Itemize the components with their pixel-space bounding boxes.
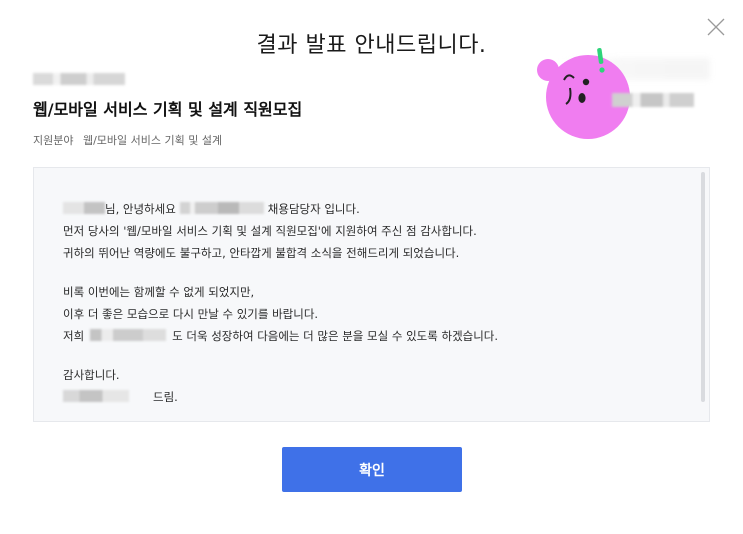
company-redacted xyxy=(90,329,167,341)
letter-line: 이후 더 좋은 모습으로 다시 만날 수 있기를 바랍니다. xyxy=(63,307,319,321)
letter-scrollbar[interactable] xyxy=(701,172,705,402)
mascot-illustration xyxy=(537,47,630,139)
letter-box: 님, 안녕하세요 채용담당자 입니다. 먼저 당사의 '웹/모바일 서비스 기획 … xyxy=(33,167,710,422)
applicant-name-redacted xyxy=(63,202,105,214)
company-name-redacted xyxy=(33,73,125,85)
company-redacted xyxy=(179,202,264,214)
mascot-caption-redacted xyxy=(612,93,694,107)
letter-line: 귀하의 뛰어난 역량에도 불구하고, 안타깝게 불합격 소식을 전해드리게 되었… xyxy=(63,246,460,260)
letter-line: 저희 도 더욱 성장하여 다음에는 더 많은 분을 모실 수 있도록 하겠습니다. xyxy=(63,329,499,343)
letter-line: 감사합니다. xyxy=(63,368,120,382)
result-dialog: 결과 발표 안내드립니다. 웹/모바일 서비스 기획 및 설계 직원모집 지원분… xyxy=(0,0,743,534)
letter-body: 님, 안녕하세요 채용담당자 입니다. 먼저 당사의 '웹/모바일 서비스 기획 … xyxy=(63,198,498,408)
letter-line: 님, 안녕하세요 채용담당자 입니다. xyxy=(63,198,498,220)
letter-line: 비록 이번에는 함께할 수 없게 되었지만, xyxy=(63,285,255,299)
letter-line: 먼저 당사의 '웹/모바일 서비스 기획 및 설계 직원모집'에 지원하여 주신… xyxy=(63,224,477,238)
field-row: 지원분야 웹/모바일 서비스 기획 및 설계 xyxy=(33,132,222,148)
field-value: 웹/모바일 서비스 기획 및 설계 xyxy=(82,134,223,147)
field-label: 지원분야 xyxy=(33,134,74,147)
job-title: 웹/모바일 서비스 기획 및 설계 직원모집 xyxy=(33,100,303,119)
signer-redacted xyxy=(63,390,129,402)
confirm-button[interactable]: 확인 xyxy=(282,447,462,492)
letter-line: 드림. xyxy=(63,386,498,408)
